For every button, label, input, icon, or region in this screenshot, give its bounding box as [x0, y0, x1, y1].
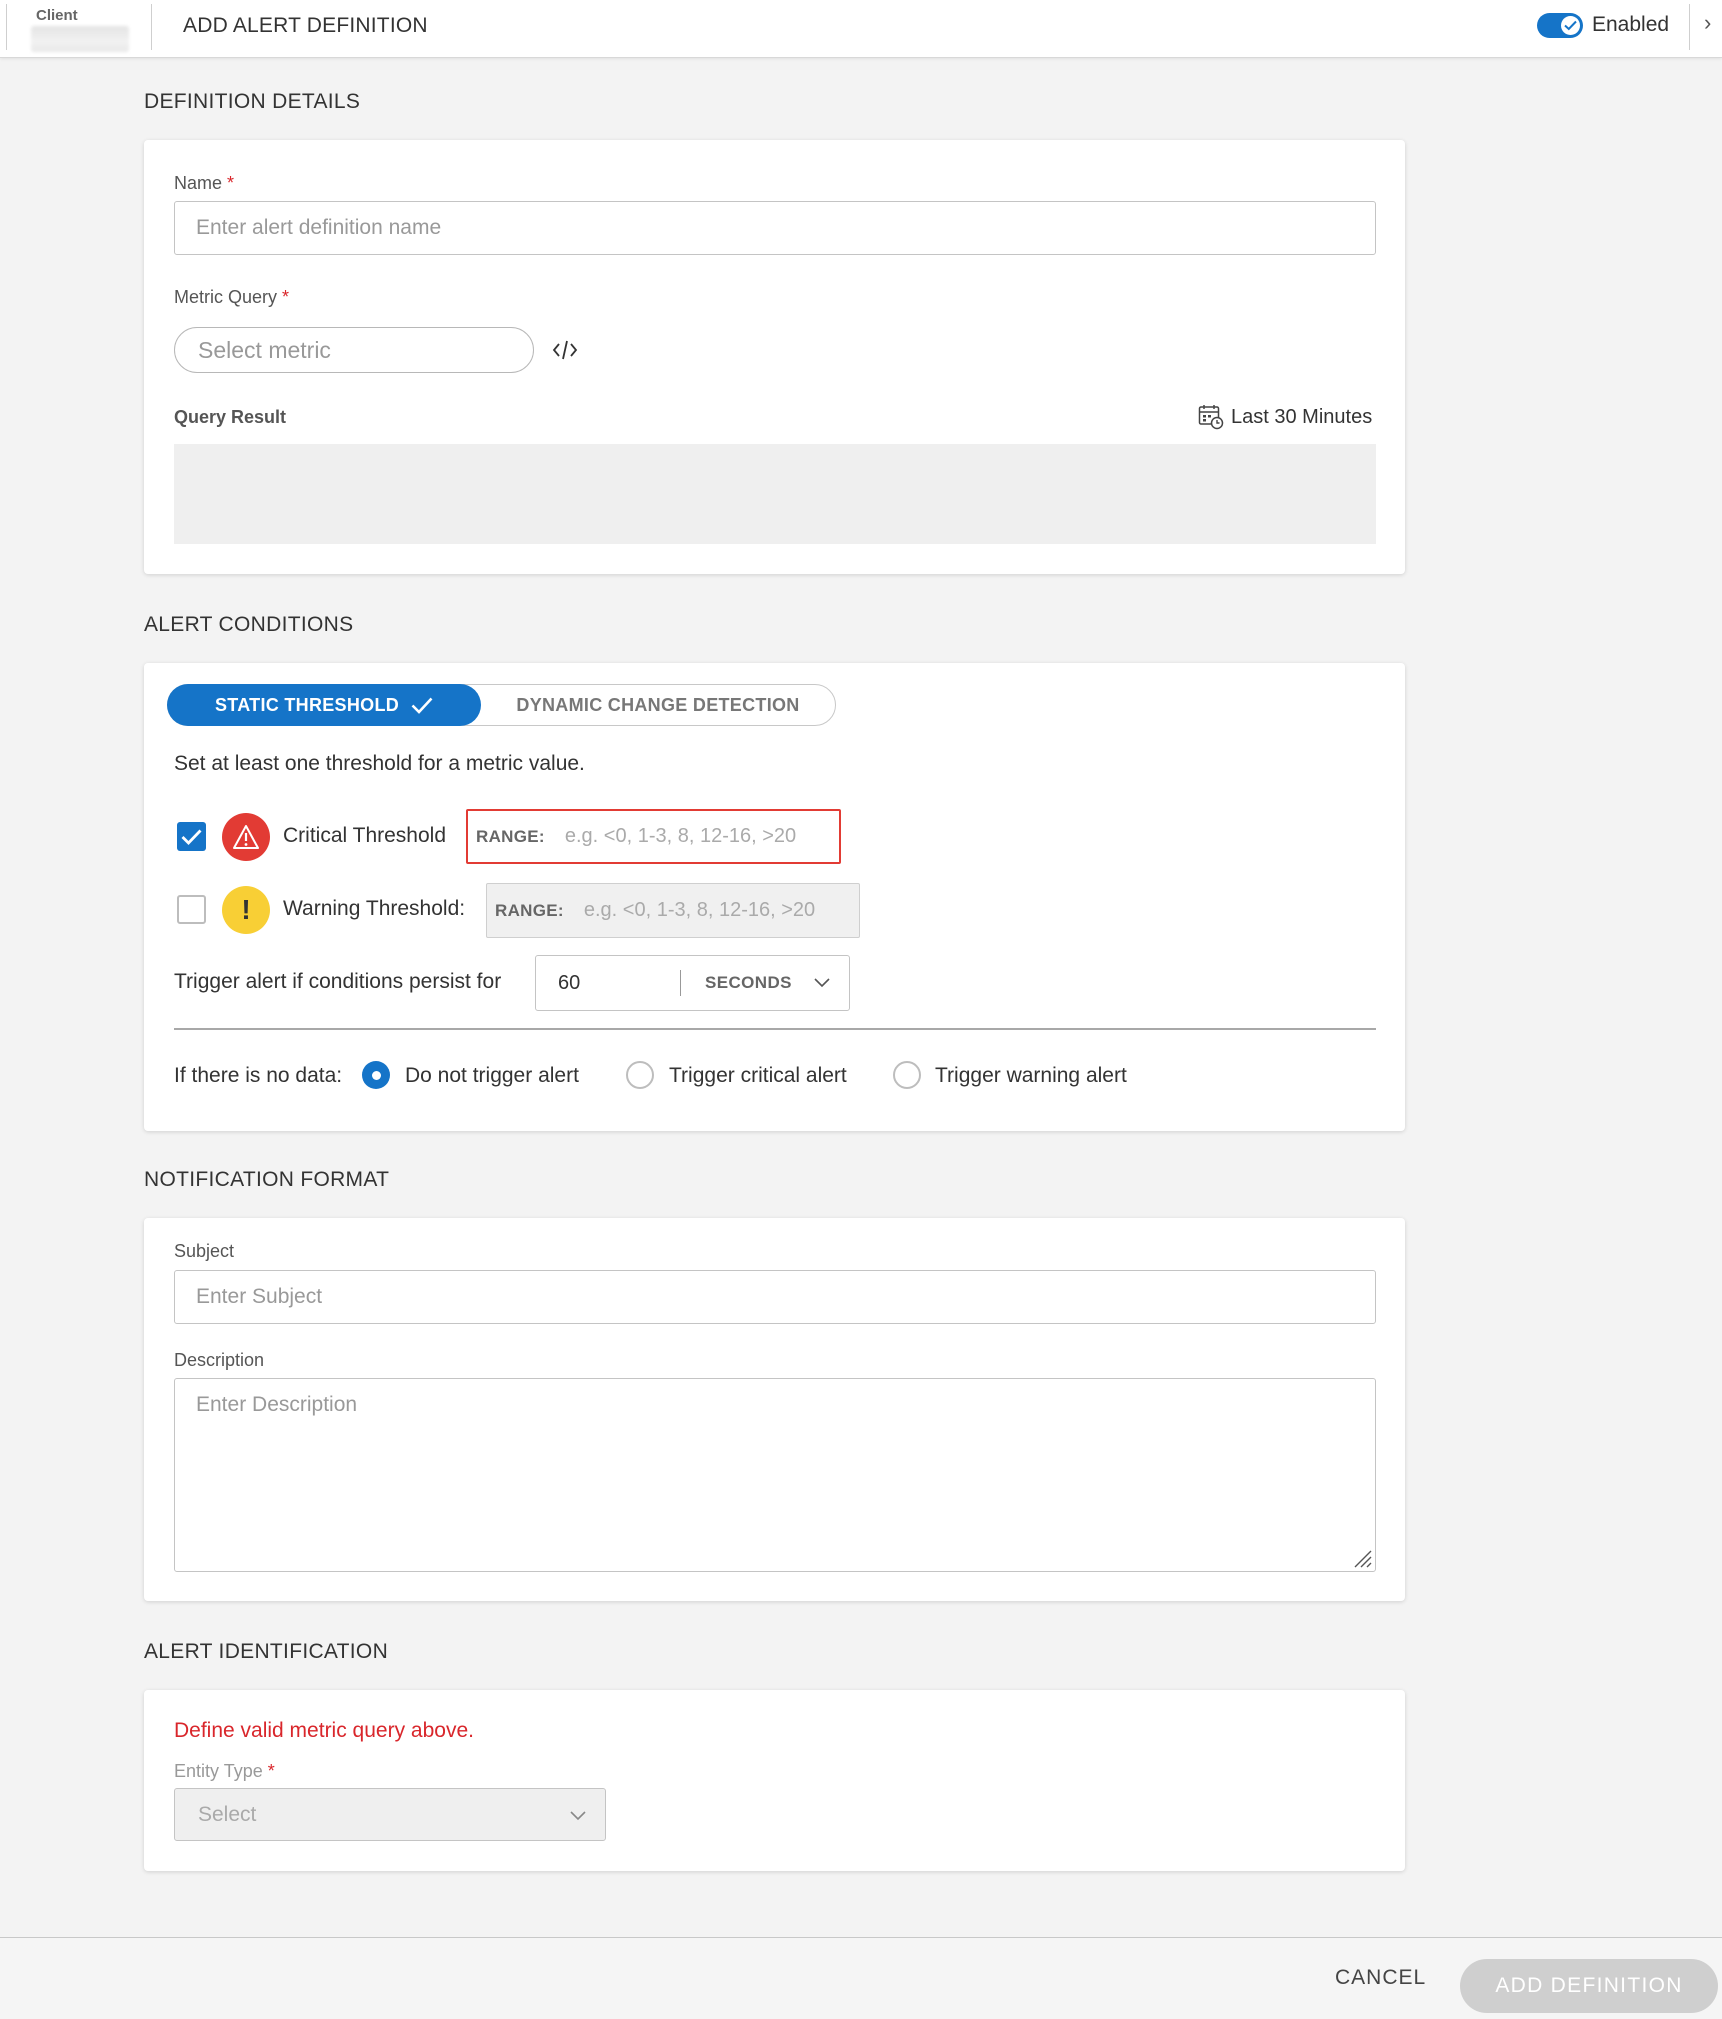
warning-range-input[interactable]: RANGE: e.g. <0, 1-3, 8, 12-16, >20 — [486, 883, 860, 938]
check-icon — [181, 829, 202, 845]
query-result-label: Query Result — [174, 407, 287, 427]
warning-range-tag: RANGE: — [495, 900, 564, 920]
metric-query-error: Define valid metric query above. — [174, 1719, 474, 1742]
enabled-toggle[interactable] — [1537, 13, 1583, 38]
no-data-option-trigger-critical-label[interactable]: Trigger critical alert — [669, 1064, 847, 1088]
critical-threshold-checkbox[interactable] — [177, 822, 206, 851]
tab-dynamic-change-detection[interactable]: DYNAMIC CHANGE DETECTION — [498, 685, 818, 725]
required-asterisk: * — [267, 1761, 275, 1781]
no-data-option-trigger-warning-label[interactable]: Trigger warning alert — [935, 1064, 1127, 1088]
subject-input[interactable]: Enter Subject — [174, 1270, 1376, 1324]
client-name-redacted — [31, 26, 129, 52]
persist-divider — [680, 970, 681, 996]
warning-threshold-label: Warning Threshold: — [283, 897, 466, 920]
code-brackets-icon[interactable] — [551, 336, 579, 364]
chevron-down-icon — [570, 1811, 586, 1821]
metric-query-label: Metric Query * — [174, 287, 289, 308]
section-title-notification-format: NOTIFICATION FORMAT — [144, 1168, 390, 1191]
no-data-option-do-not-trigger[interactable] — [362, 1061, 390, 1089]
header-left-divider — [6, 4, 7, 50]
description-placeholder: Enter Description — [196, 1393, 358, 1416]
entity-type-placeholder: Select — [198, 1802, 257, 1826]
entity-type-label: Entity Type * — [174, 1761, 275, 1782]
check-icon — [411, 697, 433, 714]
subject-label: Subject — [174, 1241, 235, 1261]
page-title: ADD ALERT DEFINITION — [183, 14, 428, 37]
name-label: Name * — [174, 173, 234, 194]
name-input[interactable]: Enter alert definition name — [174, 201, 1376, 255]
warning-exclamation-icon: ! — [222, 886, 270, 934]
condition-type-toggle: STATIC THRESHOLD DYNAMIC CHANGE DETECTIO… — [167, 684, 836, 726]
header-bar: Client ADD ALERT DEFINITION Enabled › — [0, 0, 1722, 58]
add-definition-button[interactable]: ADD DEFINITION — [1460, 1959, 1718, 2013]
warning-range-placeholder: e.g. <0, 1-3, 8, 12-16, >20 — [583, 899, 816, 921]
critical-range-input[interactable]: RANGE: e.g. <0, 1-3, 8, 12-16, >20 — [466, 809, 841, 864]
time-range-label: Last 30 Minutes — [1231, 405, 1373, 428]
header-right-divider — [1689, 4, 1690, 50]
no-data-option-do-not-trigger-label[interactable]: Do not trigger alert — [405, 1064, 579, 1088]
cancel-button[interactable]: CANCEL — [1335, 1962, 1426, 1994]
chevron-down-icon[interactable] — [813, 973, 831, 991]
resize-handle-icon[interactable] — [1351, 1547, 1373, 1569]
no-data-label: If there is no data: — [174, 1064, 343, 1087]
no-data-option-trigger-warning[interactable] — [893, 1061, 921, 1089]
persist-unit-select[interactable]: SECONDS — [705, 956, 792, 1010]
persist-duration-field: 60 SECONDS — [535, 955, 850, 1011]
warning-triangle-icon — [233, 825, 259, 849]
enabled-label: Enabled — [1592, 13, 1670, 36]
toggle-knob — [1561, 16, 1580, 35]
description-textarea[interactable]: Enter Description — [174, 1378, 1376, 1572]
alert-identification-card — [144, 1690, 1405, 1871]
persist-label: Trigger alert if conditions persist for — [174, 970, 502, 993]
metric-select[interactable]: Select metric — [174, 327, 534, 373]
no-data-option-trigger-critical[interactable] — [626, 1061, 654, 1089]
required-asterisk: * — [227, 173, 235, 193]
entity-type-select[interactable]: Select — [174, 1788, 606, 1841]
critical-range-placeholder: e.g. <0, 1-3, 8, 12-16, >20 — [564, 825, 797, 847]
time-range-selector[interactable]: Last 30 Minutes — [1198, 404, 1372, 430]
section-title-definition-details: DEFINITION DETAILS — [144, 90, 361, 113]
warning-threshold-checkbox[interactable] — [177, 895, 206, 924]
header-divider — [151, 4, 152, 50]
persist-value-input[interactable]: 60 — [558, 956, 580, 1010]
tab-static-threshold[interactable]: STATIC THRESHOLD — [167, 684, 481, 726]
section-title-alert-conditions: ALERT CONDITIONS — [144, 613, 354, 636]
query-result-area — [174, 444, 1376, 544]
entity-type-label-text: Entity Type — [174, 1761, 263, 1781]
critical-range-tag: RANGE: — [476, 826, 545, 846]
name-label-text: Name — [174, 173, 223, 193]
conditions-divider — [174, 1028, 1376, 1030]
section-title-alert-identification: ALERT IDENTIFICATION — [144, 1640, 389, 1663]
threshold-instructions: Set at least one threshold for a metric … — [174, 752, 585, 775]
check-icon — [1564, 20, 1577, 31]
critical-warning-triangle-icon — [222, 813, 270, 861]
description-label: Description — [174, 1350, 265, 1370]
collapse-panel-chevron-icon[interactable]: › — [1704, 10, 1711, 36]
client-label: Client — [36, 7, 78, 24]
required-asterisk: * — [282, 287, 290, 307]
metric-query-label-text: Metric Query — [174, 287, 278, 307]
tab-static-threshold-label: STATIC THRESHOLD — [214, 694, 400, 715]
critical-threshold-label: Critical Threshold — [283, 824, 447, 847]
calendar-clock-icon — [1198, 405, 1224, 430]
